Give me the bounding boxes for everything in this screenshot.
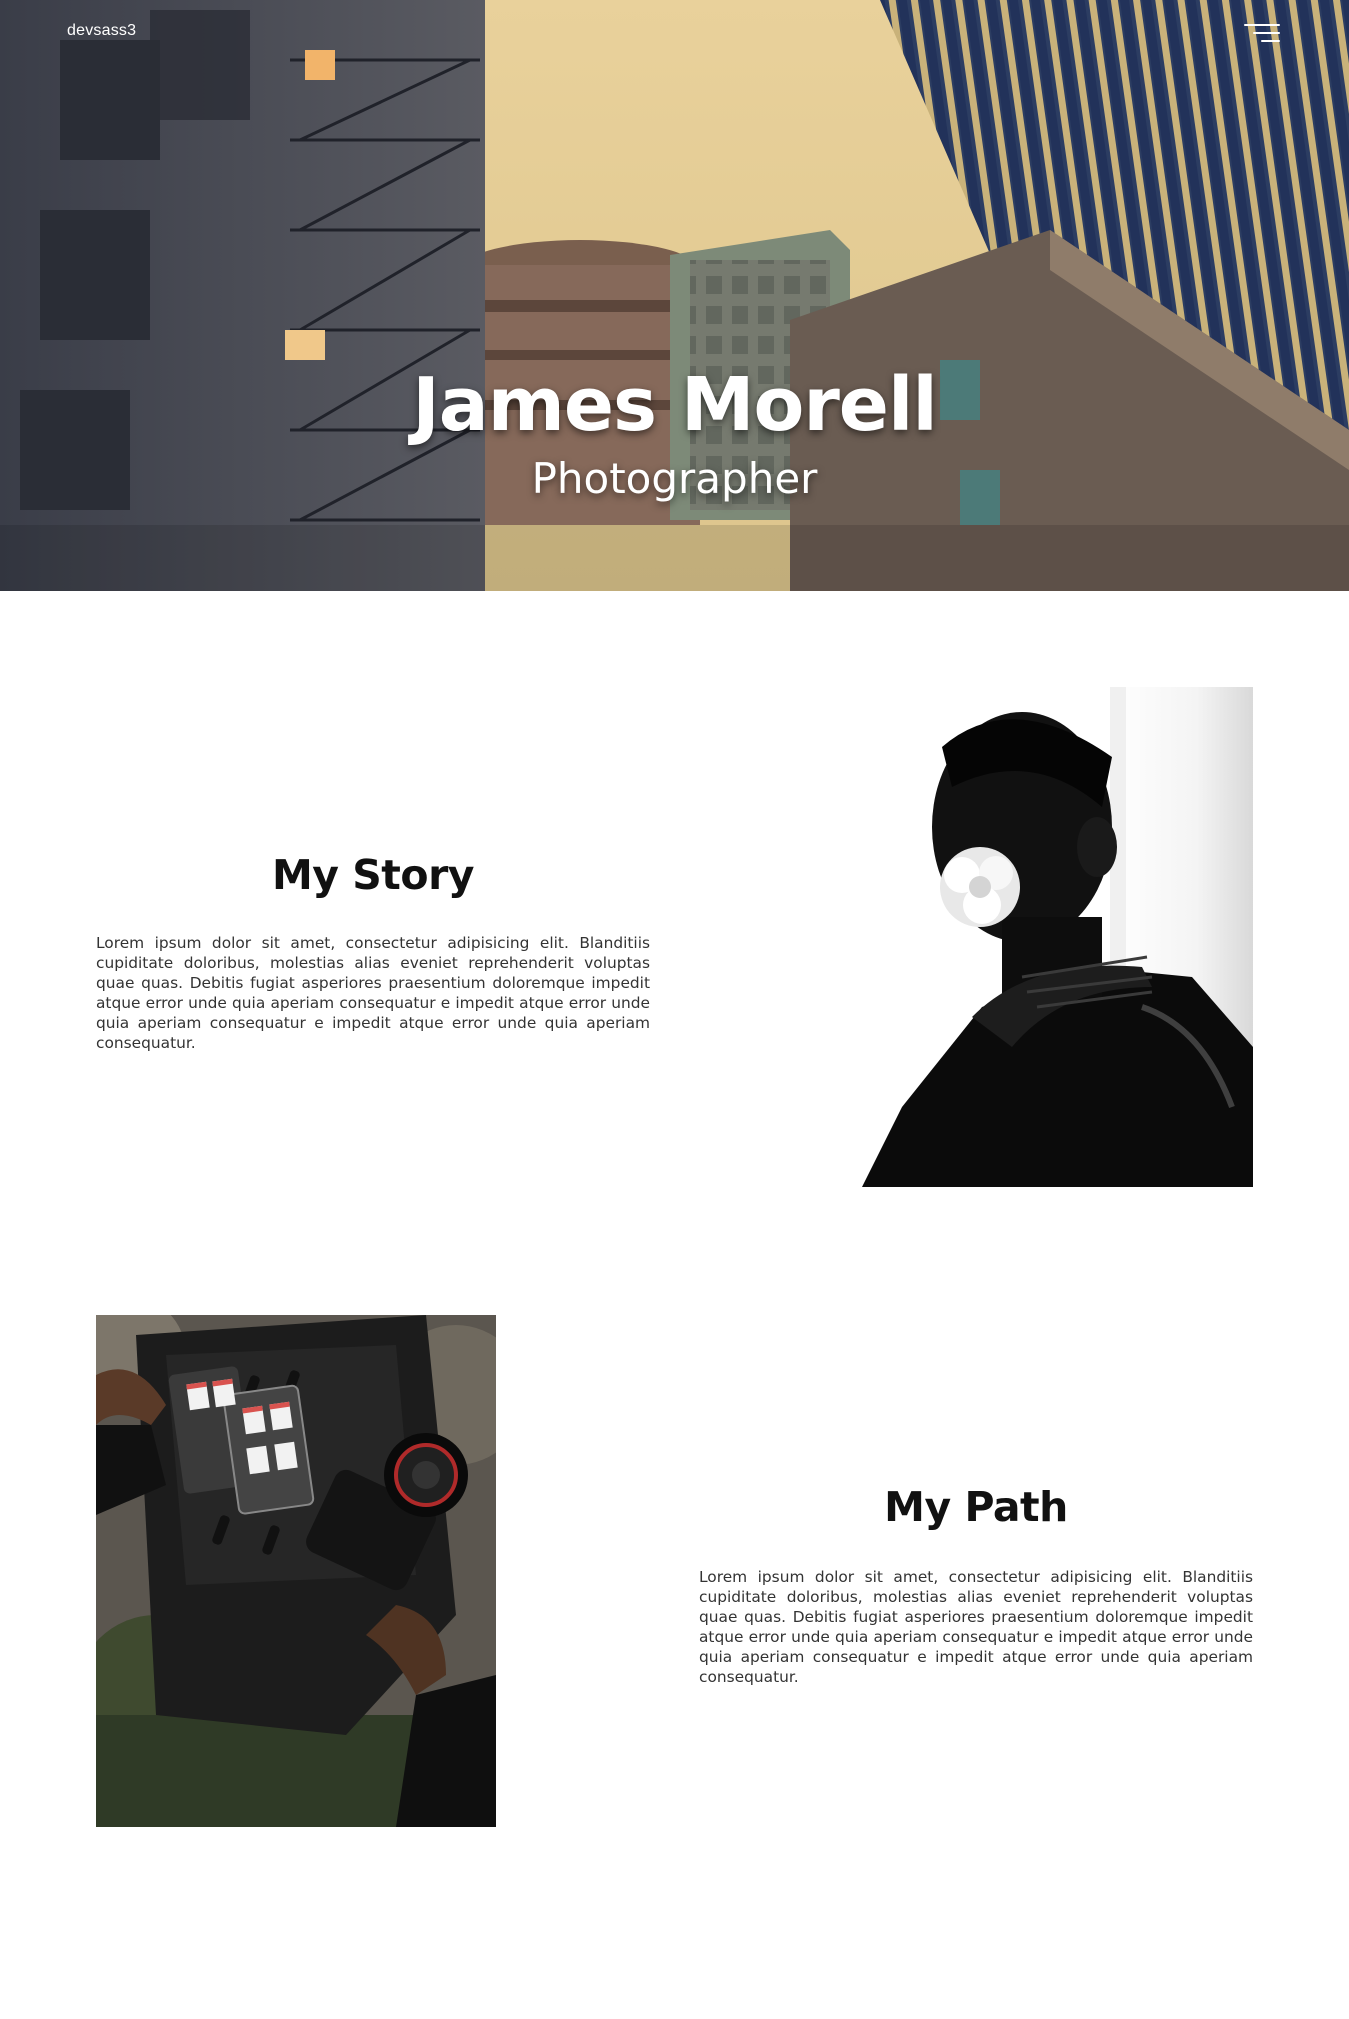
path-text: Lorem ipsum dolor sit amet, consectetur … [699, 1568, 1253, 1686]
path-title: My Path [884, 1483, 1068, 1531]
camera-gear-backpack-photo [96, 1315, 496, 1827]
hero-section: devsass3 James Morell Photographer [0, 0, 1349, 591]
hero-subtitle: Photographer [531, 454, 818, 503]
hero-title: James Morell [412, 362, 937, 448]
portrait-man-with-flower-photo [862, 687, 1253, 1187]
path-section: My Path Lorem ipsum dolor sit amet, cons… [0, 1251, 1349, 2019]
story-section: My Story Lorem ipsum dolor sit amet, con… [0, 591, 1349, 1251]
story-text: Lorem ipsum dolor sit amet, consectetur … [96, 934, 650, 1052]
hamburger-menu-icon[interactable] [1244, 22, 1280, 44]
story-title: My Story [271, 851, 475, 899]
brand-logo[interactable]: devsass3 [67, 22, 136, 40]
